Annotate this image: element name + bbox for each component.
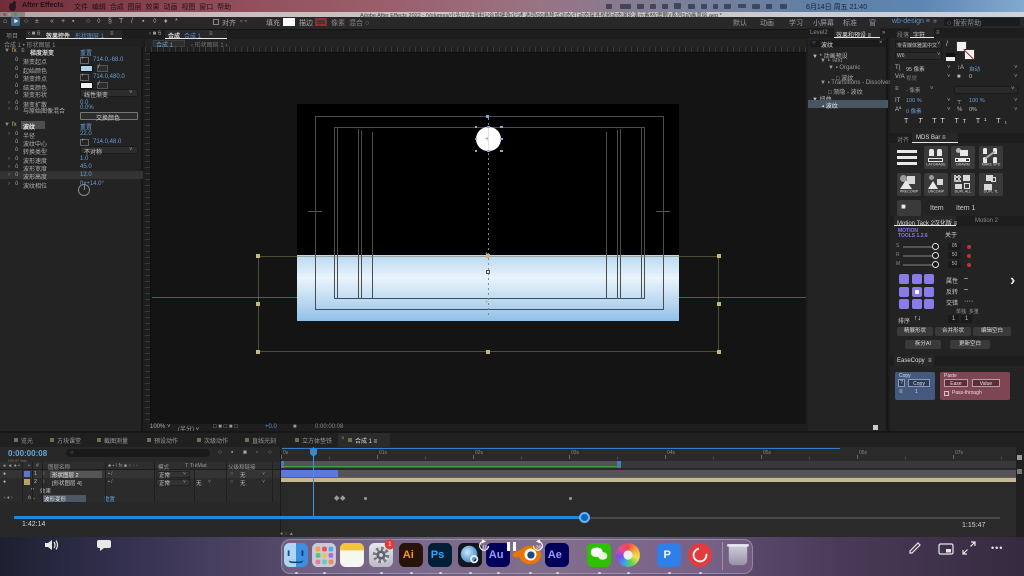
svg-text:10: 10 — [482, 544, 488, 550]
svg-text:30: 30 — [536, 544, 542, 550]
